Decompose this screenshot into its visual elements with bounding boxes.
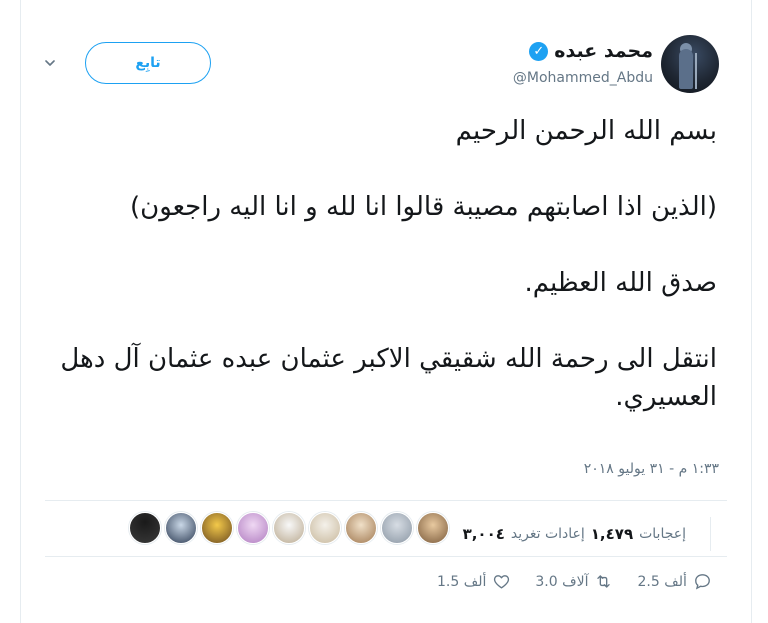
reply-icon bbox=[694, 574, 710, 590]
retweet-action[interactable]: 3.0 آلاف bbox=[535, 572, 613, 591]
retweet-count: 3.0 آلاف bbox=[535, 573, 589, 590]
retweet-icon bbox=[597, 575, 611, 588]
reply-count: 2.5 ألف bbox=[637, 573, 687, 590]
tweet-paragraph: انتقل الى رحمة الله شقيقي الاكبر عثمان ع… bbox=[60, 344, 717, 412]
tweet-paragraph: صدق الله العظيم. bbox=[524, 268, 717, 298]
avatar[interactable] bbox=[661, 35, 719, 93]
avatar-figure-body bbox=[679, 49, 693, 89]
retweets-count: ٣,٠٠٤ bbox=[462, 525, 505, 543]
liker-avatar[interactable] bbox=[273, 512, 305, 544]
retweets-label: إعادات تغريد bbox=[510, 526, 585, 542]
stats-separator bbox=[710, 517, 711, 551]
liker-avatar[interactable] bbox=[165, 512, 197, 544]
avatar-mic-stand bbox=[695, 53, 697, 89]
liker-avatar[interactable] bbox=[129, 512, 161, 544]
divider bbox=[45, 500, 727, 501]
like-action[interactable]: 1.5 ألف bbox=[437, 572, 511, 591]
tweet-paragraph: بسم الله الرحمن الرحيم bbox=[455, 116, 717, 146]
divider bbox=[45, 556, 727, 557]
follow-button[interactable]: تابِع bbox=[85, 42, 211, 84]
retweets-stat[interactable]: ٣,٠٠٤ إعادات تغريد bbox=[463, 525, 585, 543]
reply-action[interactable]: 2.5 ألف bbox=[637, 572, 711, 591]
tweet-text: بسم الله الرحمن الرحيم (الذين اذا اصابته… bbox=[57, 112, 717, 416]
tweet-paragraph: (الذين اذا اصابتهم مصيبة قالوا انا لله و… bbox=[129, 192, 717, 222]
liker-avatar[interactable] bbox=[345, 512, 377, 544]
author-handle[interactable]: @Mohammed_Abdu bbox=[513, 70, 653, 86]
likes-count: ١,٤٧٩ bbox=[590, 525, 634, 543]
author-name[interactable]: محمد عبده bbox=[554, 40, 653, 62]
liker-avatar[interactable] bbox=[309, 512, 341, 544]
liker-avatar[interactable] bbox=[201, 512, 233, 544]
verified-badge-icon: ✓ bbox=[529, 41, 549, 61]
like-count: 1.5 ألف bbox=[437, 573, 487, 590]
author-name-row[interactable]: محمد عبده ✓ bbox=[529, 40, 653, 62]
tweet-card: محمد عبده ✓ @Mohammed_Abdu تابِع بسم الل… bbox=[20, 0, 752, 623]
likers-avatars bbox=[129, 512, 449, 544]
chevron-down-icon[interactable] bbox=[45, 58, 55, 68]
likes-stat[interactable]: ١,٤٧٩ إعجابات bbox=[591, 525, 686, 543]
tweet-actions: 2.5 ألف 3.0 آلاف 1.5 ألف bbox=[437, 572, 712, 591]
liker-avatar[interactable] bbox=[381, 512, 413, 544]
tweet-stats: ٣,٠٠٤ إعادات تغريد ١,٤٧٩ إعجابات bbox=[463, 517, 719, 551]
likes-label: إعجابات bbox=[639, 526, 686, 542]
heart-icon bbox=[494, 575, 510, 589]
liker-avatar[interactable] bbox=[237, 512, 269, 544]
tweet-timestamp[interactable]: ١:٣٣ م - ٣١ يوليو ٢٠١٨ bbox=[584, 461, 719, 477]
liker-avatar[interactable] bbox=[417, 512, 449, 544]
